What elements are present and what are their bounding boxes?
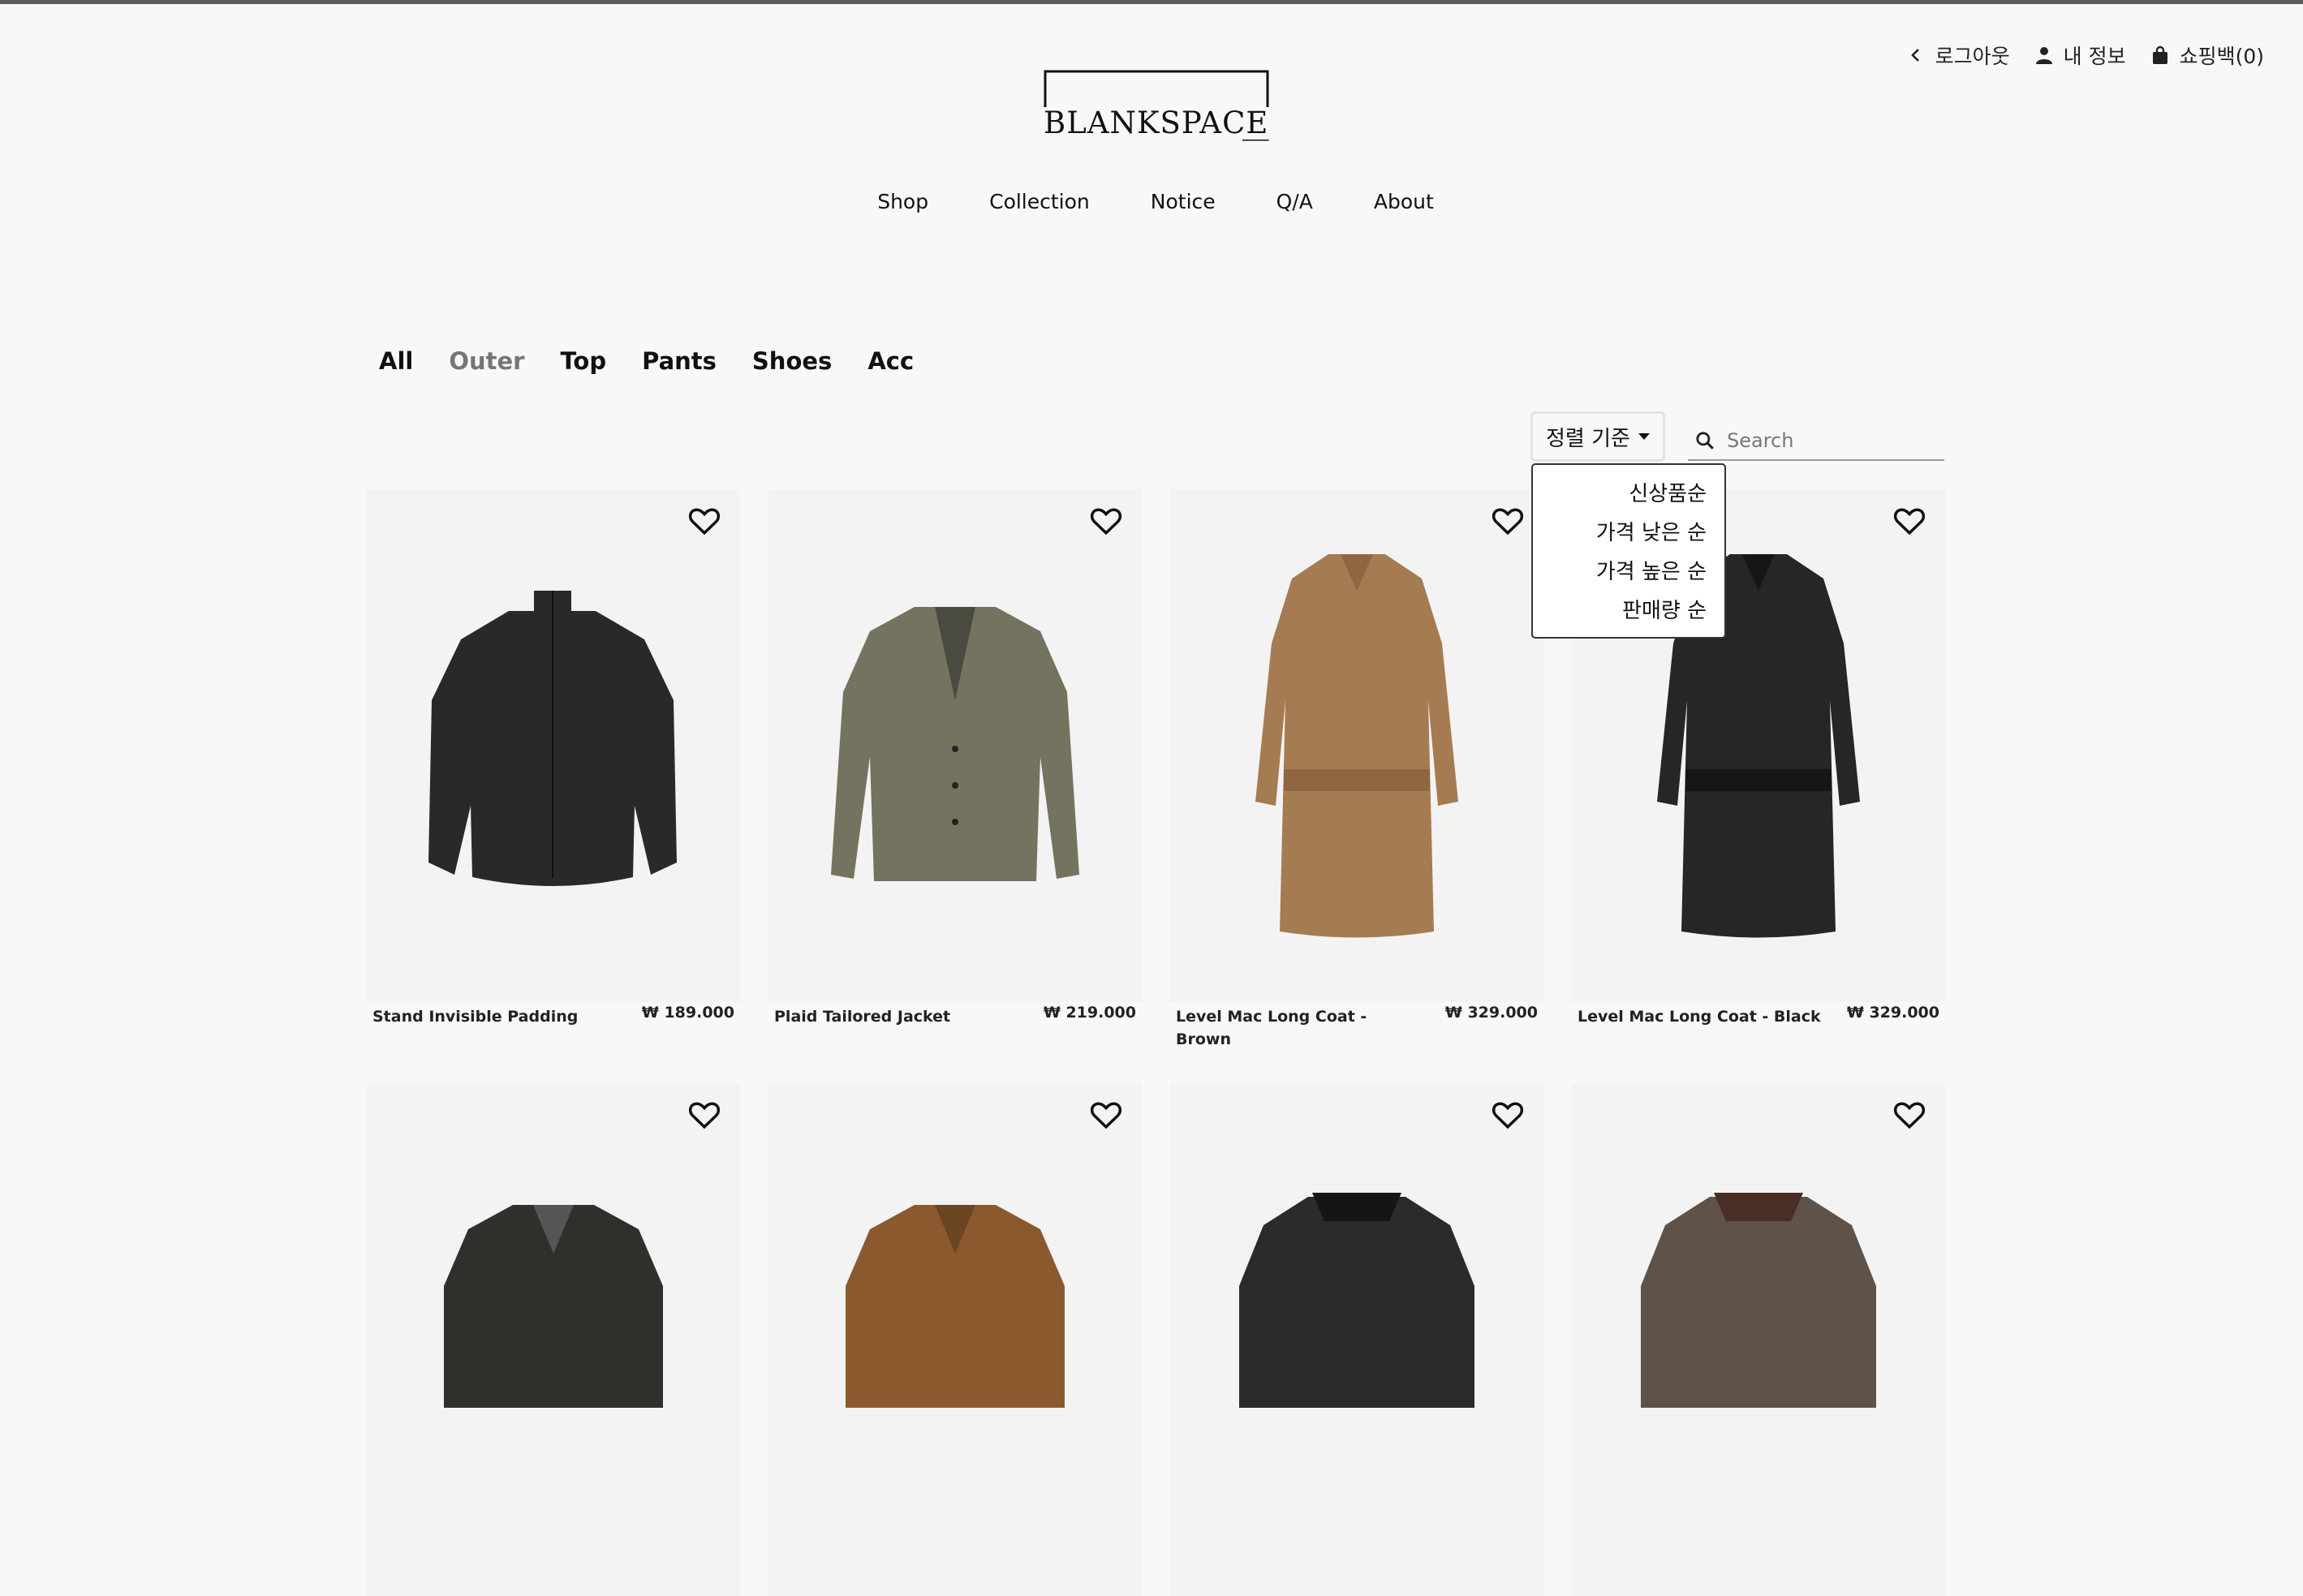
product-name[interactable]: Level Mac Long Coat - Brown	[1176, 1005, 1419, 1051]
sort-option-newest[interactable]: 신상품순	[1533, 475, 1724, 514]
tailored-jacket-image	[831, 607, 1079, 881]
sort-label: 정렬 기준	[1546, 426, 1630, 451]
product-image[interactable]	[768, 489, 1142, 1002]
logo-text: BLANKSPACE	[1044, 107, 1274, 140]
category-tab-all[interactable]: All	[379, 347, 413, 375]
sort-dropdown-button[interactable]: 정렬 기준	[1530, 411, 1665, 462]
category-tabs: All Outer Top Pants Shoes Acc	[379, 347, 914, 375]
chevron-left-icon	[1910, 49, 1919, 62]
cart-label: 쇼핑백(0)	[2179, 45, 2264, 68]
jacket-image	[846, 1205, 1065, 1408]
cart-link[interactable]: 쇼핑백(0)	[2150, 41, 2264, 70]
search-input[interactable]	[1725, 428, 1939, 453]
product-image[interactable]	[367, 489, 740, 1002]
logout-label: 로그아웃	[1935, 45, 2010, 68]
product-price: ₩ 329.000	[1846, 1004, 1939, 1022]
wishlist-heart-icon[interactable]	[1491, 504, 1525, 538]
product-image[interactable]	[367, 1083, 740, 1596]
product-image[interactable]	[1170, 489, 1543, 1002]
logout-link[interactable]: 로그아웃	[1906, 41, 2010, 70]
padding-jacket-image	[428, 591, 677, 886]
browser-top-border	[0, 0, 2303, 4]
jacket-image	[1239, 1193, 1474, 1408]
sort-option-best-selling[interactable]: 판매량 순	[1533, 592, 1724, 630]
sort-option-price-high[interactable]: 가격 높은 순	[1533, 553, 1724, 592]
search-box	[1688, 422, 1944, 461]
nav-about[interactable]: About	[1374, 190, 1434, 213]
wishlist-heart-icon[interactable]	[1089, 504, 1123, 538]
category-tab-pants[interactable]: Pants	[642, 347, 717, 375]
category-tab-shoes[interactable]: Shoes	[752, 347, 832, 375]
category-tab-acc[interactable]: Acc	[867, 347, 914, 375]
main-nav: Shop Collection Notice Q/A About	[0, 190, 2303, 213]
product-image[interactable]	[1572, 1083, 1945, 1596]
jacket-image	[444, 1205, 663, 1408]
wishlist-heart-icon[interactable]	[687, 504, 721, 538]
wishlist-heart-icon[interactable]	[687, 1098, 721, 1132]
product-price: ₩ 219.000	[1043, 1004, 1136, 1022]
long-coat-brown-image	[1255, 554, 1458, 938]
product-name[interactable]: Level Mac Long Coat - Black	[1578, 1005, 1821, 1028]
category-tab-top[interactable]: Top	[560, 347, 606, 375]
product-name[interactable]: Plaid Tailored Jacket	[774, 1005, 1018, 1028]
sort-option-price-low[interactable]: 가격 낮은 순	[1533, 514, 1724, 553]
product-image[interactable]	[768, 1083, 1142, 1596]
caret-down-icon	[1638, 433, 1650, 440]
nav-shop[interactable]: Shop	[877, 190, 928, 213]
nav-collection[interactable]: Collection	[989, 190, 1090, 213]
wishlist-heart-icon[interactable]	[1089, 1098, 1123, 1132]
site-logo[interactable]: BLANKSPACE	[1044, 70, 1274, 143]
product-price: ₩ 189.000	[641, 1004, 734, 1022]
search-icon	[1696, 432, 1714, 450]
nav-notice[interactable]: Notice	[1151, 190, 1216, 213]
wishlist-heart-icon[interactable]	[1892, 504, 1926, 538]
product-image[interactable]	[1170, 1083, 1543, 1596]
wishlist-heart-icon[interactable]	[1892, 1098, 1926, 1132]
product-name[interactable]: Stand Invisible Padding	[372, 1005, 616, 1028]
shopping-bag-icon	[2152, 45, 2167, 64]
jacket-image	[1641, 1193, 1876, 1408]
wishlist-heart-icon[interactable]	[1491, 1098, 1525, 1132]
utility-nav: 로그아웃 내 정보 쇼핑백(0)	[1906, 41, 2264, 70]
product-price: ₩ 329.000	[1444, 1004, 1538, 1022]
user-icon	[2035, 47, 2052, 64]
my-info-label: 내 정보	[2063, 45, 2126, 68]
nav-qa[interactable]: Q/A	[1276, 190, 1313, 213]
my-info-link[interactable]: 내 정보	[2034, 41, 2126, 70]
category-tab-outer[interactable]: Outer	[449, 347, 524, 375]
sort-dropdown-menu: 신상품순 가격 낮은 순 가격 높은 순 판매량 순	[1531, 463, 1726, 639]
